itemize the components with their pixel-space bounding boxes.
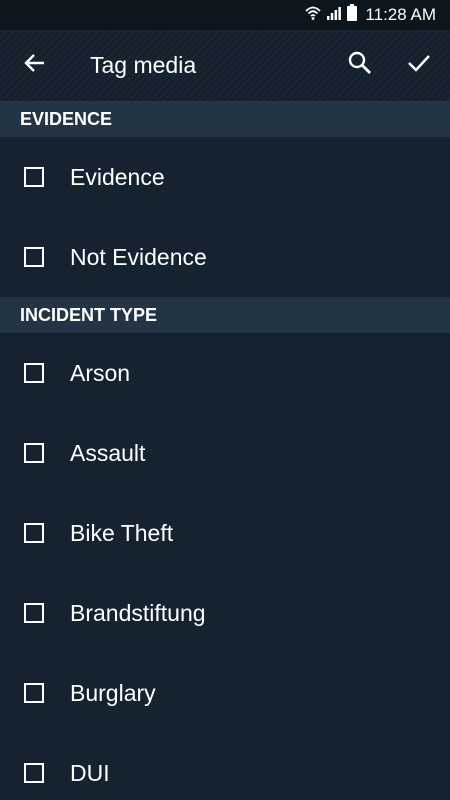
checkbox[interactable] — [24, 167, 44, 187]
search-icon — [347, 50, 373, 81]
app-bar: Tag media — [0, 30, 450, 101]
item-label: Brandstiftung — [70, 600, 206, 626]
tag-list: EVIDENCE Evidence Not Evidence INCIDENT … — [0, 101, 450, 800]
item-label: Arson — [70, 360, 131, 386]
item-label: Assault — [70, 440, 146, 466]
done-button[interactable] — [402, 48, 436, 82]
checkbox[interactable] — [24, 523, 44, 543]
item-label: Burglary — [70, 680, 156, 706]
item-label: Bike Theft — [70, 520, 174, 546]
checkbox[interactable] — [24, 247, 44, 267]
wifi-icon — [305, 5, 322, 26]
back-button[interactable] — [18, 48, 52, 82]
screen: 11:28 AM Tag media EVIDENCE Evidence Not… — [0, 0, 450, 800]
status-time: 11:28 AM — [365, 5, 436, 24]
checkbox[interactable] — [24, 363, 44, 383]
list-item-evidence[interactable]: Evidence — [0, 137, 450, 217]
list-item-arson[interactable]: Arson — [0, 333, 450, 413]
battery-icon — [347, 4, 358, 26]
checkbox[interactable] — [24, 443, 44, 463]
item-label: DUI — [70, 760, 110, 786]
item-label: Not Evidence — [70, 244, 207, 270]
signal-icon — [326, 5, 342, 26]
checkbox[interactable] — [24, 683, 44, 703]
arrow-left-icon — [23, 51, 47, 80]
section-header-incident-type: INCIDENT TYPE — [0, 297, 450, 333]
checkbox[interactable] — [24, 603, 44, 623]
list-item-assault[interactable]: Assault — [0, 413, 450, 493]
list-item-brandstiftung[interactable]: Brandstiftung — [0, 573, 450, 653]
list-item-dui[interactable]: DUI — [0, 733, 450, 800]
item-label: Evidence — [70, 164, 165, 190]
search-button[interactable] — [343, 48, 377, 82]
check-icon — [406, 50, 432, 81]
status-bar: 11:28 AM — [0, 0, 450, 30]
page-title: Tag media — [90, 52, 197, 78]
status-icons: 11:28 AM — [305, 0, 436, 30]
list-item-bike-theft[interactable]: Bike Theft — [0, 493, 450, 573]
checkbox[interactable] — [24, 763, 44, 783]
section-header-evidence: EVIDENCE — [0, 101, 450, 137]
list-item-burglary[interactable]: Burglary — [0, 653, 450, 733]
list-item-not-evidence[interactable]: Not Evidence — [0, 217, 450, 297]
